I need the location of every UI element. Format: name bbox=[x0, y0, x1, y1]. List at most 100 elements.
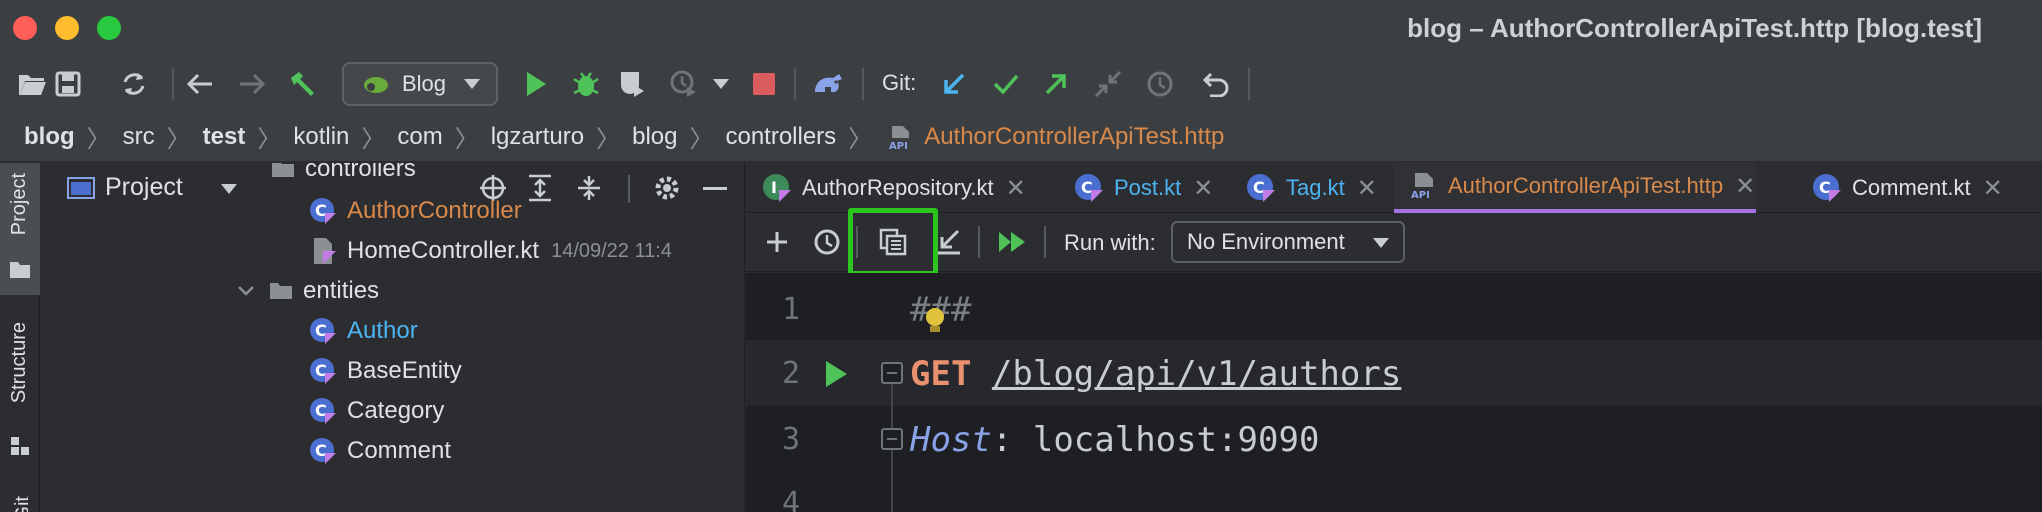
stripe-project-tab[interactable]: Project bbox=[0, 163, 40, 295]
tree-item-class[interactable]: C AuthorController bbox=[309, 191, 522, 231]
tab-author-controller-api-test[interactable]: API AuthorControllerApiTest.http ✕ bbox=[1394, 163, 1756, 213]
build-hammer-icon[interactable] bbox=[284, 66, 320, 102]
tab-tag[interactable]: C Tag.kt ✕ bbox=[1246, 163, 1377, 213]
close-window-button[interactable] bbox=[13, 16, 37, 40]
run-configuration-select[interactable]: Blog bbox=[342, 62, 498, 106]
intention-bulb-icon[interactable] bbox=[924, 306, 946, 341]
breadcrumb-item[interactable]: com bbox=[397, 123, 442, 151]
git-push-icon[interactable] bbox=[1038, 66, 1074, 102]
kotlin-interface-icon: I bbox=[763, 174, 791, 202]
folder-icon bbox=[270, 283, 292, 299]
tree-item-class[interactable]: C Category bbox=[309, 391, 444, 431]
sync-icon[interactable] bbox=[116, 66, 152, 102]
stripe-structure-tab[interactable]: Structure bbox=[4, 300, 36, 460]
collapse-all-icon[interactable] bbox=[576, 174, 602, 202]
debug-bug-icon[interactable] bbox=[568, 66, 604, 102]
breadcrumb-item[interactable]: controllers bbox=[725, 123, 836, 151]
add-request-plus-icon[interactable] bbox=[760, 224, 794, 260]
kotlin-file-icon bbox=[309, 237, 337, 265]
line-number: 4 bbox=[781, 486, 800, 512]
http-api-file-icon: API bbox=[1410, 173, 1438, 200]
git-rollback-icon[interactable] bbox=[1198, 66, 1234, 102]
run-all-requests-icon[interactable] bbox=[994, 224, 1030, 260]
git-commit-check-icon[interactable] bbox=[988, 66, 1024, 102]
git-update-icon[interactable] bbox=[936, 66, 972, 102]
header-value: localhost:9090 bbox=[1032, 420, 1320, 460]
spring-boot-icon bbox=[364, 77, 388, 93]
save-icon[interactable] bbox=[50, 66, 86, 102]
close-tab-icon[interactable]: ✕ bbox=[1193, 174, 1213, 203]
breadcrumb: blog 〉 src 〉 test 〉 kotlin 〉 com 〉 lgzar… bbox=[0, 112, 2042, 162]
forward-arrow-icon[interactable] bbox=[234, 66, 270, 102]
svg-text:C: C bbox=[315, 361, 327, 380]
project-panel-title[interactable]: Project bbox=[105, 173, 183, 202]
breadcrumb-chevron-icon: 〉 bbox=[596, 126, 621, 153]
breadcrumb-file[interactable]: AuthorControllerApiTest.http bbox=[924, 123, 1224, 151]
tree-item-class[interactable]: C BaseEntity bbox=[309, 351, 462, 391]
profiler-icon[interactable] bbox=[666, 66, 702, 102]
tree-item-class[interactable]: C Comment bbox=[309, 431, 451, 471]
breadcrumb-item[interactable]: kotlin bbox=[293, 123, 349, 151]
coverage-shield-icon[interactable] bbox=[614, 66, 650, 102]
open-folder-icon[interactable] bbox=[14, 66, 50, 102]
tree-item-file[interactable]: HomeController.kt 14/09/22 11:4 bbox=[309, 231, 672, 271]
stripe-project-label: Project bbox=[8, 173, 30, 236]
tab-comment[interactable]: C Comment.kt ✕ bbox=[1812, 163, 2003, 213]
tab-author-repository[interactable]: I AuthorRepository.kt ✕ bbox=[762, 163, 1026, 213]
stripe-more-tab[interactable]: Git bbox=[12, 496, 28, 512]
svg-text:C: C bbox=[315, 321, 327, 340]
run-icon[interactable] bbox=[518, 66, 554, 102]
breadcrumb-chevron-icon: 〉 bbox=[454, 126, 479, 153]
request-history-clock-icon[interactable] bbox=[810, 224, 844, 260]
structure-icon bbox=[11, 437, 29, 455]
fold-marker-icon[interactable] bbox=[881, 428, 903, 450]
line-number: 1 bbox=[781, 292, 800, 327]
breadcrumb-item[interactable]: test bbox=[203, 123, 246, 151]
close-tab-icon[interactable]: ✕ bbox=[1983, 174, 2003, 203]
tree-item-folder[interactable]: controllers bbox=[271, 163, 416, 189]
run-request-gutter-icon[interactable] bbox=[818, 356, 854, 392]
code-line-3: Host: localhost:9090 bbox=[910, 420, 1320, 460]
tree-item-folder[interactable]: entities bbox=[237, 271, 379, 311]
breadcrumb-item[interactable]: blog bbox=[24, 123, 75, 151]
annotation-highlight-box bbox=[848, 208, 938, 276]
git-history-clock-icon[interactable] bbox=[1142, 66, 1178, 102]
kotlin-class-icon: C bbox=[309, 197, 337, 225]
close-tab-icon[interactable]: ✕ bbox=[1735, 172, 1755, 201]
close-tab-icon[interactable]: ✕ bbox=[1357, 174, 1377, 203]
gradle-elephant-icon[interactable] bbox=[808, 66, 848, 102]
header-name: Host bbox=[910, 420, 992, 460]
more-run-options-icon[interactable] bbox=[708, 66, 734, 102]
breadcrumb-chevron-icon: 〉 bbox=[166, 126, 191, 153]
expand-all-icon[interactable] bbox=[527, 174, 553, 202]
kotlin-class-icon: C bbox=[309, 397, 337, 425]
git-merge-icon[interactable] bbox=[1090, 66, 1126, 102]
chevron-down-icon bbox=[1373, 238, 1389, 248]
request-url[interactable]: /blog/api/v1/authors bbox=[992, 354, 1401, 394]
tab-post[interactable]: C Post.kt ✕ bbox=[1074, 163, 1213, 213]
tree-item-class[interactable]: C Author bbox=[309, 311, 418, 351]
chevron-down-icon[interactable] bbox=[221, 184, 237, 194]
kotlin-class-icon: C bbox=[309, 317, 337, 345]
svg-text:C: C bbox=[1819, 178, 1831, 197]
minimize-window-button[interactable] bbox=[55, 16, 79, 40]
close-tab-icon[interactable]: ✕ bbox=[1006, 174, 1026, 203]
svg-text:C: C bbox=[315, 441, 327, 460]
svg-text:C: C bbox=[1081, 178, 1093, 197]
environment-select[interactable]: No Environment bbox=[1171, 221, 1405, 263]
gear-icon[interactable] bbox=[653, 174, 681, 202]
fold-marker-icon[interactable] bbox=[881, 362, 903, 384]
window-title: blog – AuthorControllerApiTest.http [blo… bbox=[1407, 13, 1982, 43]
breadcrumb-item[interactable]: blog bbox=[632, 123, 677, 151]
hide-panel-icon[interactable] bbox=[703, 187, 727, 191]
zoom-window-button[interactable] bbox=[97, 16, 121, 40]
back-arrow-icon[interactable] bbox=[182, 66, 218, 102]
project-panel: Project controllers C AuthorController H… bbox=[41, 163, 745, 512]
breadcrumb-chevron-icon: 〉 bbox=[361, 126, 386, 153]
breadcrumb-item[interactable]: lgzarturo bbox=[491, 123, 584, 151]
stop-icon[interactable] bbox=[746, 66, 782, 102]
svg-text:C: C bbox=[315, 401, 327, 420]
folder-icon bbox=[272, 163, 294, 177]
breadcrumb-item[interactable]: src bbox=[123, 123, 155, 151]
line-number: 2 bbox=[781, 356, 800, 391]
